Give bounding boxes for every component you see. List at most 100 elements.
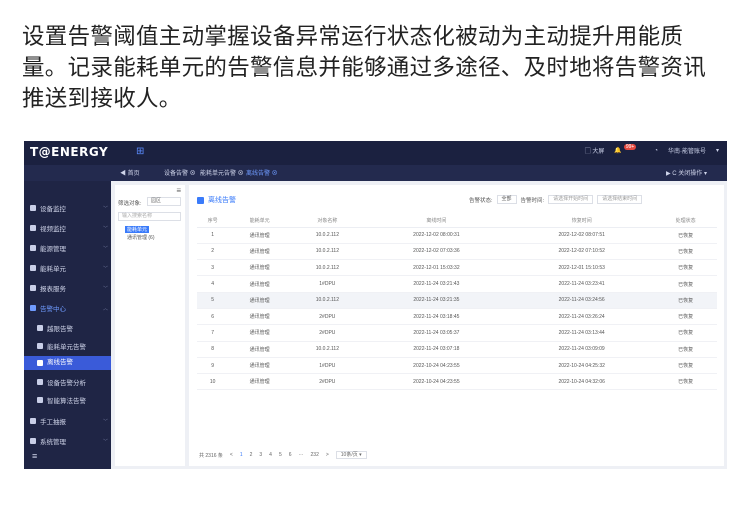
table-row[interactable]: 3 通讯管理 10.0.2.112 2022-12-01 15:03:32 2022-1… (197, 259, 717, 277)
table-cell: 已恢复 (654, 259, 717, 277)
table-cell: 7 (197, 324, 229, 342)
video-icon (30, 225, 36, 231)
table-cell: 通讯管理 (228, 373, 291, 391)
next-page-button[interactable]: > (326, 452, 329, 458)
manual-icon (30, 418, 36, 424)
table-cell: 9 (197, 357, 229, 375)
column-header: 恢复时间 (509, 215, 655, 228)
page-size-select[interactable]: 10条/页 ▾ (335, 451, 367, 459)
tree-panel: ≡ 筛选对象: 园区 输入搜索名称 能耗单元 通讯管理 (6) (115, 185, 185, 466)
table-cell: 2022-12-02 08:00:31 (363, 227, 510, 244)
column-header: 处理状态 (654, 215, 717, 228)
table-cell: 10.0.2.112 (290, 227, 364, 244)
table-row[interactable]: 4 通讯管理 1#DPU 2022-11-24 03:21:43 2022-11-24 … (197, 275, 717, 293)
offline-alarm-icon (197, 196, 204, 204)
table-cell: 已恢复 (654, 308, 717, 326)
tree-node-child[interactable]: 通讯管理 (6) (127, 234, 155, 241)
table-row[interactable]: 9 通讯管理 1#DPU 2022-10-24 04:23:55 2022-10-24 … (197, 357, 717, 375)
tab-device-alarm[interactable]: 设备告警 ⊗ (164, 168, 196, 177)
sidebar-item-video[interactable]: 视频监控 ﹀ (30, 223, 108, 233)
table-cell: 2022-11-24 03:23:41 (509, 275, 655, 293)
tab-home[interactable]: ◀ 首页 (120, 168, 140, 177)
table-row[interactable]: 2 通讯管理 10.0.2.112 2022-12-02 07:03:36 2022-1… (197, 243, 717, 261)
page-button[interactable]: 5 (279, 452, 282, 458)
table-cell: 2022-11-24 03:21:43 (363, 275, 510, 293)
avatar[interactable]: ◔ (654, 148, 658, 154)
table-cell: 通讯管理 (228, 275, 291, 293)
tab-unit-alarm[interactable]: 能耗单元告警 ⊗ (200, 168, 244, 177)
sidebar-sub-analysis[interactable]: 设备告警分析 (37, 377, 86, 387)
end-time-input[interactable]: 请选择结束时间 (597, 195, 643, 204)
offline-icon (37, 360, 43, 366)
table-row[interactable]: 5 通讯管理 10.0.2.112 2022-11-24 03:21:35 2022-1… (197, 292, 717, 309)
close-operations[interactable]: ▶ C 关闭操作 ▾ (666, 168, 707, 177)
table-cell: 2022-11-24 03:26:24 (509, 308, 655, 326)
table-cell: 10.0.2.112 (290, 292, 364, 309)
table-cell: 10 (197, 373, 229, 391)
table-cell: 通讯管理 (228, 292, 291, 309)
table-row[interactable]: 10 通讯管理 2#DPU 2022-10-24 04:23:55 2022-10-24… (197, 373, 717, 391)
status-filter-select[interactable]: 全部 (496, 195, 517, 204)
table-cell: 2#DPU (290, 324, 364, 342)
table-row[interactable]: 6 通讯管理 2#DPU 2022-11-24 03:18:45 2022-11-24 … (197, 308, 717, 326)
page-button[interactable]: 3 (259, 452, 262, 458)
page-button[interactable]: ··· (299, 452, 304, 458)
sidebar-item-alarm-center[interactable]: 告警中心 ︿ (30, 303, 108, 313)
tree-menu-icon[interactable]: ≡ (176, 186, 181, 195)
sidebar-sub-limit[interactable]: 越限告警 (37, 323, 73, 333)
table-cell: 通讯管理 (228, 259, 291, 277)
sidebar-item-unit[interactable]: 能耗单元 ﹀ (30, 263, 108, 273)
tab-offline-alarm[interactable]: 离线告警 ⊗ (246, 168, 278, 177)
table-cell: 通讯管理 (228, 243, 291, 261)
table-cell: 10.0.2.112 (290, 243, 364, 261)
menu-collapse-icon[interactable]: ≡ (32, 451, 37, 461)
bell-icon[interactable]: 🔔 (614, 147, 621, 154)
table-cell: 2#DPU (290, 308, 364, 326)
table-cell: 通讯管理 (228, 324, 291, 342)
sidebar-item-device-monitor[interactable]: 设备监控 ﹀ (30, 203, 108, 213)
page-button[interactable]: 232 (311, 452, 319, 458)
sidebar-item-report[interactable]: 报表服务 ﹀ (30, 283, 108, 293)
table-cell: 2022-11-24 03:09:09 (509, 341, 655, 358)
page-button[interactable]: 1 (240, 452, 243, 458)
user-name[interactable]: 华南·能管账号 (668, 146, 706, 155)
table-row[interactable]: 8 通讯管理 10.0.2.112 2022-11-24 03:07:18 2022-1… (197, 341, 717, 358)
page-button[interactable]: 4 (269, 452, 272, 458)
app-window: T@ENERGY ⊞ ▢ 大屏 🔔 99+ ◔ 华南·能管账号 ▾ ◀ 首页 设备… (24, 141, 727, 469)
sidebar-item-energy[interactable]: 能源管理 ﹀ (30, 243, 108, 253)
table-cell: 2022-11-24 03:07:18 (363, 341, 510, 358)
limit-icon (37, 325, 43, 331)
table-cell: 已恢复 (654, 243, 717, 261)
page-button[interactable]: 2 (250, 452, 253, 458)
table-row[interactable]: 1 通讯管理 10.0.2.112 2022-12-02 08:00:31 2022-1… (197, 227, 717, 244)
tree-search-input[interactable]: 输入搜索名称 (118, 212, 181, 221)
unit-icon (30, 265, 36, 271)
column-header: 离线时间 (363, 215, 510, 228)
screen-button[interactable]: ▢ 大屏 (585, 146, 605, 155)
table-cell: 5 (197, 292, 229, 309)
start-time-input[interactable]: 请选择开始时间 (548, 195, 594, 204)
table-row[interactable]: 7 通讯管理 2#DPU 2022-11-24 03:05:37 2022-11-24 … (197, 324, 717, 342)
table-cell: 2022-10-24 04:23:55 (363, 373, 510, 391)
sidebar-item-system[interactable]: 系统管理 ﹀ (30, 436, 108, 446)
sidebar-sub-offline[interactable]: 离线告警 (24, 356, 111, 370)
caption-text: 设置告警阈值主动掌握设备异常运行状态化被动为主动提升用能质量。记录能耗单元的告警… (22, 24, 707, 112)
alarm-icon (30, 305, 36, 311)
tree-filter-select[interactable]: 园区 (147, 197, 181, 206)
main-panel: 离线告警 告警状态: 全部 告警时间: 请选择开始时间 请选择结束时间 序号 能耗… (189, 185, 724, 466)
sidebar-sub-unit-alarm[interactable]: 能耗单元告警 (37, 341, 86, 351)
prev-page-button[interactable]: < (230, 452, 233, 458)
page-title: 离线告警 (197, 195, 236, 205)
logo: T@ENERGY (30, 145, 109, 159)
table-cell: 已恢复 (654, 227, 717, 244)
grid-menu-icon[interactable]: ⊞ (136, 146, 144, 157)
tree-filter-label: 筛选对象: (118, 201, 142, 207)
table-cell: 2022-12-02 07:03:36 (363, 243, 510, 261)
page-button[interactable]: 6 (289, 452, 292, 458)
sidebar-item-manual[interactable]: 手工抽报 ﹀ (30, 416, 108, 426)
table-cell: 已恢复 (654, 357, 717, 375)
chevron-down-icon[interactable]: ▾ (716, 147, 719, 154)
table-cell: 通讯管理 (228, 308, 291, 326)
tree-node-root[interactable]: 能耗单元 (125, 226, 150, 233)
sidebar-sub-smart[interactable]: 智能算法告警 (37, 395, 86, 405)
